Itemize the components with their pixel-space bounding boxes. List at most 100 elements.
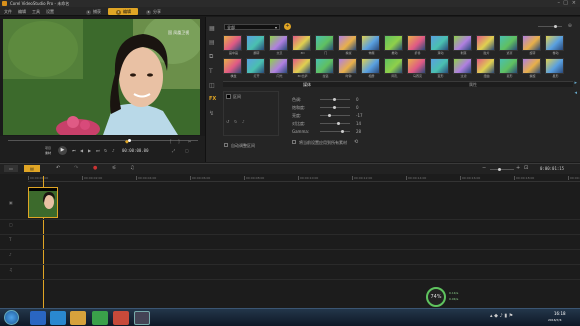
transition-thumbnail[interactable]: 网孔	[384, 58, 405, 78]
zoom-knob[interactable]	[498, 168, 501, 171]
property-slider[interactable]	[320, 122, 350, 125]
property-slider[interactable]	[320, 106, 350, 109]
fit-project-icon[interactable]: ⊡	[524, 165, 528, 171]
record-icon[interactable]: ●	[93, 165, 97, 171]
voice-track-icon[interactable]: ♪	[9, 252, 12, 257]
transition-thumbnail[interactable]: 胶片	[476, 35, 497, 55]
collapse-options-icon[interactable]: ◂	[574, 90, 577, 96]
property-value[interactable]: 0	[356, 97, 359, 102]
prev-frame-icon[interactable]: ◀	[80, 148, 83, 153]
transition-thumbnail[interactable]: 拉链	[315, 58, 336, 78]
transition-thumbnail[interactable]: 擦拭	[338, 35, 359, 55]
transition-thumbnail[interactable]: 卷动	[545, 35, 566, 55]
video-clip[interactable]	[28, 187, 58, 218]
fullscreen-icon[interactable]: ▢	[185, 148, 189, 153]
property-knob[interactable]	[337, 122, 341, 125]
volume-icon[interactable]: ♪	[112, 148, 115, 153]
rotate-left-icon[interactable]: ↺	[226, 119, 229, 124]
video-track-icon[interactable]: ▣	[9, 200, 13, 205]
mode-clip[interactable]: 素材	[45, 151, 51, 155]
timeline-zoom-slider[interactable]	[490, 168, 514, 171]
repeat-icon[interactable]: ↻	[104, 148, 107, 153]
transition-thumbnail[interactable]: 门	[315, 35, 336, 55]
close-icon[interactable]: ×	[572, 0, 576, 6]
tray-icons[interactable]: ▴ ◆ ♪ ▮ ⚑	[490, 313, 513, 319]
transition-thumbnail[interactable]: 3D比萨	[292, 58, 313, 78]
path-icon[interactable]: ↯	[209, 110, 214, 117]
apply-all-checkbox[interactable]	[292, 140, 296, 144]
transition-thumbnail[interactable]: 闪光	[269, 58, 290, 78]
property-knob[interactable]	[341, 130, 345, 133]
transition-thumbnail[interactable]: 菱形	[499, 58, 520, 78]
property-slider[interactable]	[320, 114, 350, 117]
expand-options-icon[interactable]: ▸	[574, 80, 577, 86]
thumb-size-slider[interactable]	[538, 25, 562, 28]
transition-thumbnail[interactable]: 剥落	[453, 35, 474, 55]
property-value[interactable]: 0	[356, 105, 359, 110]
mark-out-icon[interactable]: ]	[178, 139, 180, 144]
property-value[interactable]: -17	[356, 113, 363, 118]
tab-share[interactable]: 3 分享	[138, 8, 168, 15]
split-icon[interactable]: ✂	[188, 139, 191, 144]
tab-edit[interactable]: 2 编辑	[108, 8, 138, 15]
transition-thumbnail[interactable]: 折叠	[407, 35, 428, 55]
app-red-icon[interactable]	[113, 311, 129, 325]
timeline-timecode[interactable]: 0:00:01:15	[540, 166, 564, 171]
mixer-icon[interactable]: ⚟	[112, 165, 116, 171]
transition-thumbnail[interactable]: 马赛克	[407, 58, 428, 78]
add-folder-icon[interactable]: +	[284, 23, 291, 30]
tab-capture[interactable]: 1 捕获	[78, 8, 108, 15]
category-dropdown[interactable]: 全部 ▾	[224, 24, 280, 30]
app-green-icon[interactable]	[92, 311, 108, 325]
title-icon[interactable]: T	[209, 68, 213, 75]
property-knob[interactable]	[327, 114, 331, 117]
transition-thumbnail[interactable]: 螺旋	[522, 58, 543, 78]
instant-project-icon[interactable]: ▤	[209, 39, 215, 46]
mark-in-icon[interactable]: [	[170, 139, 172, 144]
property-slider[interactable]	[320, 130, 350, 133]
auto-adjust-checkbox[interactable]	[224, 143, 228, 147]
trim-marker-icon[interactable]: ◆	[125, 139, 129, 145]
transition-thumbnail[interactable]: 棋盘	[223, 58, 244, 78]
library-zoom-icon[interactable]: ⊕	[568, 23, 572, 29]
enlarge-icon[interactable]: ⤢	[172, 148, 175, 153]
zoom-out-icon[interactable]: −	[482, 165, 486, 171]
preview-window[interactable]: 国 凤凰卫视	[3, 19, 200, 135]
transition-thumbnail[interactable]: 画中画	[223, 35, 244, 55]
transition-thumbnail[interactable]: 交叉	[269, 35, 290, 55]
transition-thumbnail[interactable]: 遮罩	[499, 35, 520, 55]
end-icon[interactable]: ⏭	[96, 148, 100, 153]
volume-clip-icon[interactable]: ♪	[242, 119, 245, 124]
transition-thumbnail[interactable]: 星形	[545, 58, 566, 78]
player-timecode[interactable]: 00:00:00.00	[122, 148, 149, 153]
timeline-ruler[interactable]: 00:00:00:00 00:00:02:00 00:00:04:00 00:00:0…	[28, 176, 580, 182]
filter-fx-icon[interactable]: FX	[209, 96, 216, 102]
network-gauge[interactable]: 74%	[426, 287, 446, 307]
reset-icon[interactable]: ⟲	[354, 139, 358, 145]
property-knob[interactable]	[333, 106, 336, 109]
transition-thumbnail[interactable]: 滑动	[430, 35, 451, 55]
music-track-icon[interactable]: ♫	[9, 267, 13, 272]
thumb-size-knob[interactable]	[554, 25, 557, 28]
graphic-icon[interactable]: ◫	[209, 82, 215, 89]
maximize-icon[interactable]: □	[563, 0, 568, 6]
transition-thumbnail[interactable]: 推动	[384, 35, 405, 55]
redo-icon[interactable]: ↷	[74, 165, 78, 171]
transition-thumbnail[interactable]: 打开	[246, 58, 267, 78]
mode-project[interactable]: 项目	[45, 146, 51, 150]
clock-time[interactable]: 16:18	[554, 311, 566, 316]
property-slider[interactable]	[320, 98, 350, 101]
transition-thumbnail[interactable]: 变形	[430, 58, 451, 78]
undo-icon[interactable]: ↶	[56, 165, 60, 171]
tab-attributes[interactable]: 属性	[469, 82, 477, 88]
title-track-icon[interactable]: T	[9, 237, 11, 242]
home-icon[interactable]: ⏮	[72, 148, 76, 153]
menu-file[interactable]: 文件	[4, 9, 12, 15]
transition-thumbnail[interactable]: 伸展	[361, 35, 382, 55]
storyboard-view-button[interactable]: ▭	[4, 165, 18, 172]
menu-edit[interactable]: 编辑	[18, 9, 26, 15]
tab-media[interactable]: 媒体	[303, 82, 311, 88]
transition-thumbnail[interactable]: 翻转	[246, 35, 267, 55]
ie-icon[interactable]	[30, 311, 46, 325]
transition-thumbnail[interactable]: 扭曲	[476, 58, 497, 78]
